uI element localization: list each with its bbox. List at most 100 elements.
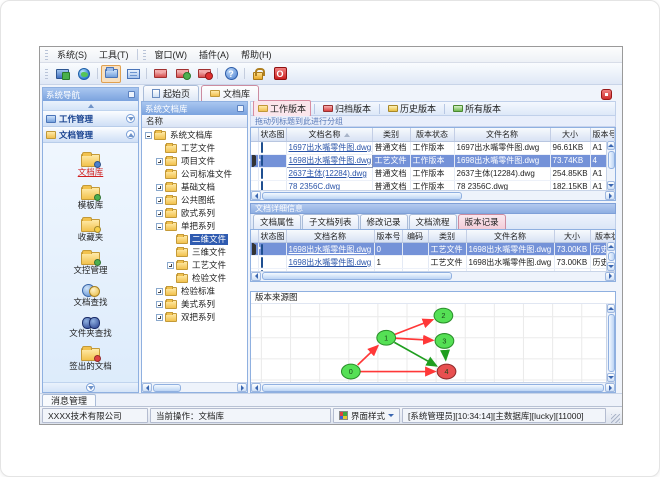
version-grid-hscrollbar[interactable] — [251, 270, 615, 281]
toolbar-button-help[interactable]: ? — [221, 65, 241, 83]
tree-node-13[interactable]: 检验标准 — [142, 285, 247, 298]
column-header[interactable]: 大小 — [554, 229, 591, 244]
graph-hscrollbar[interactable] — [251, 382, 615, 392]
scrollbar-thumb[interactable] — [262, 383, 604, 392]
scroll-right-button[interactable] — [605, 271, 615, 281]
sidebar-overflow-strip[interactable] — [43, 382, 138, 392]
scrollbar-thumb[interactable] — [607, 251, 615, 261]
scrollbar-thumb[interactable] — [607, 151, 615, 169]
column-header[interactable]: 文件名称 — [454, 128, 551, 142]
tree-toggle-plus-icon[interactable] — [167, 262, 174, 269]
tree-node-2[interactable]: 工艺文件 — [142, 142, 247, 155]
tree-toggle-plus-icon[interactable] — [156, 184, 163, 191]
details-tab-2[interactable]: 子文档列表 — [302, 213, 359, 229]
menu-item-2[interactable]: 工具(T) — [93, 47, 135, 62]
tree-toggle-plus-icon[interactable] — [156, 197, 163, 204]
tree-node-8[interactable]: 单把系列 — [142, 220, 247, 233]
toolbar-button-open-library[interactable] — [101, 64, 121, 83]
toolbar-button-mail-delete[interactable] — [194, 65, 214, 83]
scroll-down-button[interactable] — [607, 261, 615, 271]
scroll-up-button[interactable] — [607, 241, 615, 251]
documents-grid-vscrollbar[interactable] — [606, 141, 615, 190]
scrollbar-thumb[interactable] — [262, 191, 462, 200]
scroll-right-button[interactable] — [605, 383, 615, 392]
sidebar-collapse-strip[interactable] — [43, 101, 138, 111]
scroll-down-button[interactable] — [607, 373, 615, 382]
tree-node-1[interactable]: 系统文档库 — [142, 129, 247, 142]
column-header[interactable]: 文档名称 — [286, 229, 375, 244]
sidebar-item-7[interactable]: 签出的文档 — [43, 345, 138, 371]
tree-toggle-plus-icon[interactable] — [156, 158, 163, 165]
menu-item-5[interactable]: 帮助(H) — [235, 47, 278, 62]
tree-toggle-plus-icon[interactable] — [156, 210, 163, 217]
scrollbar-thumb[interactable] — [262, 272, 452, 281]
column-header[interactable]: 文件名称 — [466, 229, 555, 244]
toolbar-button-mail-receive[interactable] — [172, 65, 192, 83]
scrollbar-thumb[interactable] — [153, 383, 181, 392]
toolbar-button-interface-style[interactable] — [52, 65, 72, 83]
scroll-right-button[interactable] — [237, 383, 247, 392]
column-header[interactable]: 版本状态 — [410, 128, 455, 142]
column-header[interactable]: 文档名称 — [286, 128, 373, 142]
sidebar-item-5[interactable]: 文档查找 — [43, 283, 138, 307]
tree-node-10[interactable]: 三维文件 — [142, 246, 247, 259]
more-items-button[interactable] — [86, 383, 95, 392]
tab-start-page[interactable]: 起始页 — [143, 85, 200, 101]
tree-node-3[interactable]: 项目文件 — [142, 155, 247, 168]
document-link[interactable]: 1698出水嘴零件图.dwg — [289, 156, 372, 165]
documents-grid-hscrollbar[interactable] — [251, 190, 615, 200]
sidebar-item-6[interactable]: 文件夹查找 — [43, 316, 138, 338]
document-link[interactable]: 1697出水嘴零件图.dwg — [289, 143, 372, 152]
tree-node-14[interactable]: 美式系列 — [142, 298, 247, 311]
column-header[interactable]: 类别 — [372, 128, 411, 142]
details-tab-4[interactable]: 文档流程 — [408, 213, 457, 229]
tree-node-12[interactable]: 检验文件 — [142, 272, 247, 285]
scroll-down-button[interactable] — [607, 181, 615, 190]
menu-item-3[interactable]: 窗口(W) — [149, 47, 194, 62]
tree-horizontal-scrollbar[interactable] — [142, 382, 247, 392]
toolbar-grip[interactable] — [142, 49, 146, 60]
column-header[interactable]: 类别 — [428, 229, 467, 244]
toolbar-button-exit[interactable]: O — [270, 65, 290, 83]
collapse-group-button[interactable] — [126, 130, 135, 139]
column-header[interactable]: 版本号 — [590, 128, 615, 142]
scrollbar-thumb[interactable] — [607, 313, 615, 372]
tree-toggle-plus-icon[interactable] — [156, 301, 163, 308]
scroll-up-button[interactable] — [607, 303, 615, 313]
toolbar-grip[interactable] — [45, 68, 48, 79]
close-tab-button[interactable] — [601, 89, 612, 100]
column-header[interactable]: 状态图 — [258, 229, 287, 244]
scroll-left-button[interactable] — [142, 383, 152, 392]
scroll-left-button[interactable] — [251, 191, 261, 200]
version-grid-vscrollbar[interactable] — [606, 241, 615, 271]
version-button-4[interactable]: 所有版本 — [448, 100, 506, 117]
tree-node-9[interactable]: 二维文件 — [142, 233, 247, 246]
details-tab-1[interactable]: 文档属性 — [253, 213, 302, 229]
pushpin-icon[interactable] — [237, 105, 244, 112]
sidebar-item-4[interactable]: 文控管理 — [43, 249, 138, 275]
tree-node-4[interactable]: 公司标准文件 — [142, 168, 247, 181]
sidebar-group-work[interactable]: 工作管理 — [43, 111, 138, 127]
expand-group-button[interactable] — [126, 114, 135, 123]
menu-item-4[interactable]: 插件(A) — [193, 47, 235, 62]
column-header[interactable]: 版本号 — [374, 229, 403, 244]
table-row[interactable]: 1697出水嘴零件图.dwg 普通文档 工作版本 1697出水嘴零件图.dwg 96.6… — [251, 141, 615, 155]
tree-column-header[interactable]: 名称 — [142, 115, 247, 128]
scroll-left-button[interactable] — [251, 271, 261, 281]
table-row[interactable]: 2637主体(12284).dwg 普通文档 工作版本 2637主体(12284).d… — [251, 167, 615, 181]
document-link[interactable]: 1698出水嘴零件图.dwg — [289, 258, 372, 267]
sidebar-item-2[interactable]: 模板库 — [43, 184, 138, 210]
tab-message-management[interactable]: 消息管理 — [42, 394, 97, 406]
sidebar-item-3[interactable]: 收藏夹 — [43, 217, 138, 242]
column-header[interactable]: 状态图 — [258, 128, 287, 142]
tab-document-library[interactable]: 文档库 — [201, 85, 260, 101]
column-header[interactable]: 签出状态 — [614, 128, 615, 142]
document-link[interactable]: 2637主体(12284).dwg — [289, 169, 367, 178]
column-header[interactable]: 编码 — [402, 229, 429, 244]
tree-node-15[interactable]: 双把系列 — [142, 311, 247, 324]
version-button-1[interactable]: 工作版本 — [253, 100, 312, 117]
toolbar-button-mail[interactable] — [150, 65, 170, 83]
tree-toggle-plus-icon[interactable] — [156, 314, 163, 321]
toolbar-button-globe[interactable] — [74, 65, 94, 83]
graph-vscrollbar[interactable] — [606, 303, 615, 382]
